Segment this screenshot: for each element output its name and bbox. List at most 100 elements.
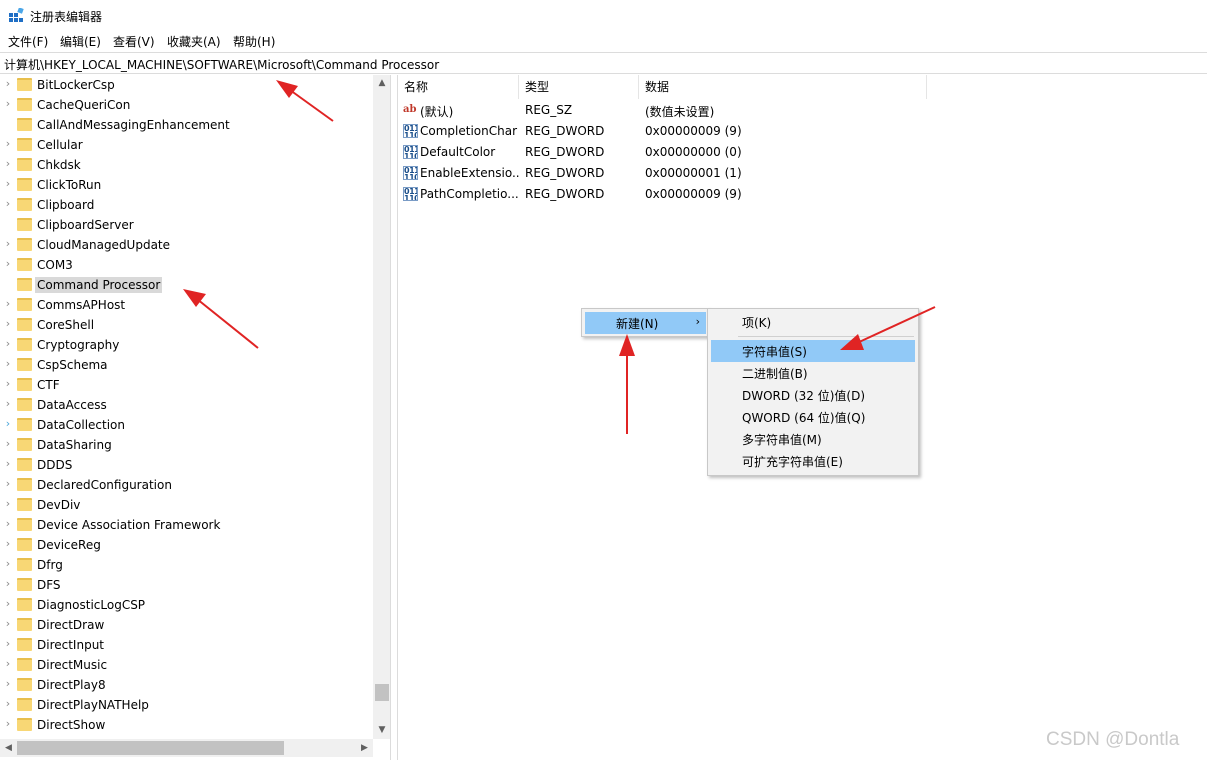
tree-item-callandmessagingenhancement[interactable]: CallAndMessagingEnhancement — [0, 115, 372, 135]
expand-chevron-icon[interactable]: › — [3, 597, 13, 610]
expand-chevron-icon[interactable]: › — [3, 257, 13, 270]
expand-chevron-icon[interactable]: › — [3, 417, 13, 430]
column-header-type[interactable]: 类型 — [519, 75, 639, 99]
tree-item-coreshell[interactable]: › CoreShell — [0, 315, 372, 335]
expand-chevron-icon[interactable]: › — [3, 517, 13, 530]
tree-item-dataaccess[interactable]: › DataAccess — [0, 395, 372, 415]
address-path[interactable]: 计算机\HKEY_LOCAL_MACHINE\SOFTWARE\Microsof… — [4, 56, 439, 73]
tree-item-ddds[interactable]: › DDDS — [0, 455, 372, 475]
expand-chevron-icon[interactable]: › — [3, 497, 13, 510]
tree-item-datacollection[interactable]: › DataCollection — [0, 415, 372, 435]
scroll-left-icon[interactable]: ◀ — [0, 739, 17, 757]
tree-item-dfs[interactable]: › DFS — [0, 575, 372, 595]
tree-item-directmusic[interactable]: › DirectMusic — [0, 655, 372, 675]
folder-icon — [17, 598, 32, 611]
tree-item-label: Cryptography — [37, 338, 120, 352]
tree-item-dfrg[interactable]: › Dfrg — [0, 555, 372, 575]
scroll-thumb[interactable] — [375, 684, 389, 701]
expand-chevron-icon[interactable]: › — [3, 697, 13, 710]
tree-item-commsaphost[interactable]: › CommsAPHost — [0, 295, 372, 315]
value-row[interactable]: ab (默认) REG_SZ (数值未设置) — [398, 100, 998, 121]
menu-item-binary-value[interactable]: 二进制值(B) — [711, 362, 915, 384]
tree-item-ctf[interactable]: › CTF — [0, 375, 372, 395]
value-row[interactable]: 011 110 CompletionChar REG_DWORD 0x000000… — [398, 121, 998, 142]
expand-chevron-icon[interactable]: › — [3, 477, 13, 490]
expand-chevron-icon[interactable]: › — [3, 77, 13, 90]
tree-item-directinput[interactable]: › DirectInput — [0, 635, 372, 655]
menu-item-multi-string-value[interactable]: 多字符串值(M) — [711, 428, 915, 450]
tree-item-chkdsk[interactable]: › Chkdsk — [0, 155, 372, 175]
menu-item-new[interactable]: 新建(N) › — [585, 312, 706, 334]
tree-item-datasharing[interactable]: › DataSharing — [0, 435, 372, 455]
tree-item-directdraw[interactable]: › DirectDraw — [0, 615, 372, 635]
address-bar[interactable]: 计算机\HKEY_LOCAL_MACHINE\SOFTWARE\Microsof… — [0, 52, 1207, 74]
scroll-down-icon[interactable]: ▼ — [373, 722, 390, 739]
expand-chevron-icon[interactable]: › — [3, 357, 13, 370]
menu-item-string-value[interactable]: 字符串值(S) — [711, 340, 915, 362]
expand-chevron-icon[interactable]: › — [3, 657, 13, 670]
expand-chevron-icon[interactable]: › — [3, 97, 13, 110]
value-row[interactable]: 011 110 PathCompletio... REG_DWORD 0x0000… — [398, 184, 998, 205]
menu-item-expandable-string-value[interactable]: 可扩充字符串值(E) — [711, 450, 915, 472]
tree-item-cryptography[interactable]: › Cryptography — [0, 335, 372, 355]
tree-item-clipboardserver[interactable]: ClipboardServer — [0, 215, 372, 235]
expand-chevron-icon[interactable]: › — [3, 237, 13, 250]
column-header-name[interactable]: 名称 — [398, 75, 519, 99]
menu-edit[interactable]: 编辑(E) — [60, 33, 101, 50]
expand-chevron-icon[interactable]: › — [3, 137, 13, 150]
menu-item-qword-value[interactable]: QWORD (64 位)值(Q) — [711, 406, 915, 428]
menu-help[interactable]: 帮助(H) — [233, 33, 275, 50]
expand-chevron-icon[interactable]: › — [3, 617, 13, 630]
tree-item-cloudmanagedupdate[interactable]: › CloudManagedUpdate — [0, 235, 372, 255]
scroll-up-icon[interactable]: ▲ — [373, 75, 390, 92]
expand-chevron-icon[interactable]: › — [3, 197, 13, 210]
expand-chevron-icon[interactable]: › — [3, 537, 13, 550]
tree-item-cellular[interactable]: › Cellular — [0, 135, 372, 155]
tree-item-clicktorun[interactable]: › ClickToRun — [0, 175, 372, 195]
menu-item-label: DWORD (32 位)值(D) — [742, 389, 865, 403]
expand-chevron-icon[interactable]: › — [3, 337, 13, 350]
expand-chevron-icon[interactable]: › — [3, 157, 13, 170]
menu-favorites[interactable]: 收藏夹(A) — [167, 33, 221, 50]
menu-item-key[interactable]: 项(K) — [711, 311, 915, 333]
tree-item-clipboard[interactable]: › Clipboard — [0, 195, 372, 215]
expand-chevron-icon[interactable]: › — [3, 377, 13, 390]
tree-item-com3[interactable]: › COM3 — [0, 255, 372, 275]
expand-chevron-icon[interactable]: › — [3, 637, 13, 650]
tree-item-cspschema[interactable]: › CspSchema — [0, 355, 372, 375]
expand-chevron-icon[interactable]: › — [3, 397, 13, 410]
tree-vertical-scrollbar[interactable]: ▲ ▼ — [373, 75, 390, 739]
tree-item-directplaynathelp[interactable]: › DirectPlayNATHelp — [0, 695, 372, 715]
expand-chevron-icon[interactable]: › — [3, 557, 13, 570]
tree-item-diagnosticlogcsp[interactable]: › DiagnosticLogCSP — [0, 595, 372, 615]
expand-chevron-icon[interactable]: › — [3, 317, 13, 330]
expand-chevron-icon[interactable]: › — [3, 677, 13, 690]
menu-view[interactable]: 查看(V) — [113, 33, 155, 50]
scroll-right-icon[interactable]: ▶ — [356, 739, 373, 757]
tree-item-declaredconfiguration[interactable]: › DeclaredConfiguration — [0, 475, 372, 495]
menu-file[interactable]: 文件(F) — [8, 33, 48, 50]
expand-chevron-icon[interactable]: › — [3, 177, 13, 190]
menu-item-dword-value[interactable]: DWORD (32 位)值(D) — [711, 384, 915, 406]
tree-item-bitlockercsp[interactable]: › BitLockerCsp — [0, 75, 372, 95]
expand-chevron-icon[interactable]: › — [3, 437, 13, 450]
expand-chevron-icon[interactable]: › — [3, 457, 13, 470]
tree-item-directshow[interactable]: › DirectShow — [0, 715, 372, 735]
tree-item-label: Chkdsk — [37, 158, 81, 172]
tree-item-command-processor[interactable]: Command Processor — [0, 275, 372, 295]
tree-item-device-association-framework[interactable]: › Device Association Framework — [0, 515, 372, 535]
expand-chevron-icon[interactable]: › — [3, 297, 13, 310]
tree-item-devdiv[interactable]: › DevDiv — [0, 495, 372, 515]
tree-item-directplay8[interactable]: › DirectPlay8 — [0, 675, 372, 695]
expand-chevron-icon[interactable]: › — [3, 717, 13, 730]
value-row[interactable]: 011 110 EnableExtensio... REG_DWORD 0x000… — [398, 163, 998, 184]
value-type: REG_DWORD — [525, 124, 605, 138]
value-row[interactable]: 011 110 DefaultColor REG_DWORD 0x00000000… — [398, 142, 998, 163]
tree-horizontal-scrollbar[interactable]: ◀ ▶ — [0, 739, 373, 757]
tree-item-cachequericon[interactable]: › CacheQueriCon — [0, 95, 372, 115]
expand-chevron-icon[interactable]: › — [3, 577, 13, 590]
scroll-thumb[interactable] — [17, 741, 284, 755]
tree-item-devicereg[interactable]: › DeviceReg — [0, 535, 372, 555]
context-menu: 新建(N) › — [581, 308, 709, 337]
column-header-data[interactable]: 数据 — [639, 75, 927, 99]
